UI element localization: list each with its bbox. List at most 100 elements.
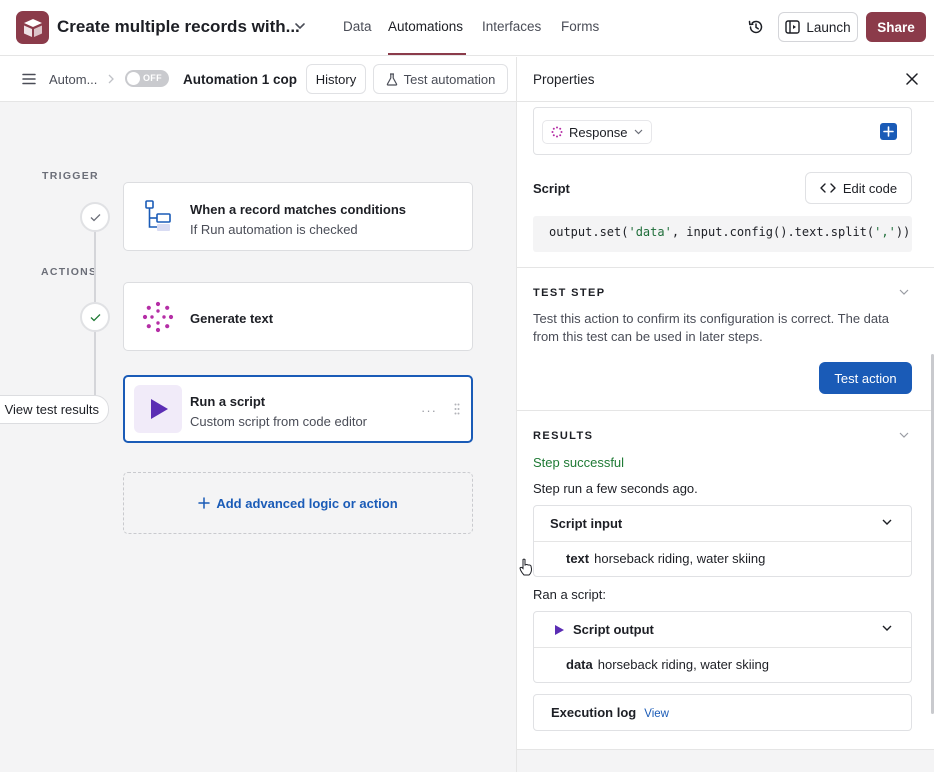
execution-log-box: Execution log View: [533, 694, 912, 731]
edit-code-label: Edit code: [842, 180, 898, 196]
ran-script-label: Ran a script:: [533, 587, 606, 602]
more-options-icon[interactable]: ···: [421, 403, 437, 418]
base-name[interactable]: Create multiple records with...: [57, 17, 300, 37]
plus-icon: [198, 497, 211, 509]
properties-panel: Properties Response Script Edit code out…: [516, 57, 934, 772]
ai-sparkle-icon: [134, 293, 182, 341]
trigger-card-subtitle: If Run automation is checked: [190, 222, 358, 237]
plus-icon: [883, 126, 894, 137]
run-script-card[interactable]: Run a script Custom script from code edi…: [123, 375, 473, 443]
generate-text-card[interactable]: Generate text: [123, 282, 473, 351]
script-output-title: Script output: [573, 622, 654, 637]
tab-data[interactable]: Data: [343, 19, 372, 34]
code-icon: [820, 183, 836, 193]
input-row: text horseback riding, water skiing: [566, 551, 765, 566]
menu-icon[interactable]: [22, 73, 36, 85]
code-text: )): [895, 225, 911, 239]
close-icon[interactable]: [906, 73, 918, 85]
history-button[interactable]: History: [306, 64, 366, 94]
history-icon[interactable]: [747, 18, 765, 36]
actions-section-label: ACTIONS: [41, 266, 98, 278]
script-code-preview: output.set('data', input.config().text.s…: [533, 216, 912, 252]
step-run-time: Step run a few seconds ago.: [533, 481, 698, 496]
active-tab-indicator: [388, 53, 466, 55]
chevron-down-icon[interactable]: [882, 625, 892, 632]
hand-cursor-icon: [519, 558, 533, 576]
base-logo-icon[interactable]: [16, 11, 49, 44]
step-status: Step successful: [533, 455, 625, 470]
panel-title: Properties: [533, 72, 595, 87]
play-icon: [134, 385, 182, 433]
tab-forms[interactable]: Forms: [561, 19, 599, 34]
test-step-description: Test this action to confirm its configur…: [533, 311, 889, 344]
output-row: data horseback riding, water skiing: [566, 657, 769, 672]
ai-sparkle-icon: [551, 126, 563, 138]
toggle-knob: [127, 72, 140, 85]
add-logic-label: Add advanced logic or action: [216, 495, 398, 511]
chevron-down-icon[interactable]: [293, 19, 307, 33]
edit-code-button[interactable]: Edit code: [805, 172, 912, 204]
automation-toolbar: Autom... OFF Automation 1 cop History Te…: [0, 57, 516, 102]
divider: [534, 647, 911, 648]
share-button[interactable]: Share: [866, 12, 926, 42]
script-input-box: Script input text horseback riding, water…: [533, 505, 912, 577]
chevron-down-icon[interactable]: [899, 289, 909, 296]
automation-canvas: TRIGGER ACTIONS When a record matches co…: [0, 102, 516, 772]
breadcrumb[interactable]: Autom...: [49, 72, 97, 87]
add-input-button[interactable]: [880, 123, 897, 140]
chevron-down-icon[interactable]: [882, 519, 892, 526]
divider: [517, 410, 934, 411]
play-icon: [555, 625, 564, 635]
launch-button[interactable]: Launch: [778, 12, 858, 42]
test-action-button[interactable]: Test action: [819, 362, 912, 394]
run-script-subtitle: Custom script from code editor: [190, 414, 368, 429]
panel-footer: [517, 749, 934, 772]
input-value: horseback riding, water skiing: [594, 551, 766, 566]
code-string: ',': [874, 225, 896, 239]
chevron-down-icon: [634, 129, 642, 135]
add-logic-action-button[interactable]: Add advanced logic or action: [123, 472, 473, 534]
execution-log-label: Execution log: [551, 705, 637, 720]
chevron-right-icon: [108, 74, 114, 84]
input-variable-box: Response: [533, 107, 912, 155]
trigger-section-label: TRIGGER: [42, 170, 99, 182]
panel-header: Properties: [517, 57, 934, 102]
results-heading[interactable]: RESULTS: [533, 430, 593, 442]
view-test-results-button[interactable]: View test results: [0, 395, 109, 424]
input-key: text: [566, 551, 590, 566]
top-bar: Create multiple records with... Data Aut…: [0, 0, 934, 56]
tab-automations[interactable]: Automations: [388, 19, 463, 34]
response-label: Response: [569, 124, 628, 140]
run-script-title: Run a script: [190, 394, 266, 409]
flask-icon: [386, 72, 397, 86]
automation-name[interactable]: Automation 1 cop: [183, 72, 297, 87]
response-token[interactable]: Response: [542, 120, 652, 144]
trigger-card-title: When a record matches conditions: [190, 202, 406, 217]
script-input-title: Script input: [550, 516, 623, 531]
check-icon: [80, 302, 110, 332]
output-key: data: [566, 657, 593, 672]
view-log-link[interactable]: View: [644, 708, 669, 720]
test-automation-button[interactable]: Test automation: [373, 64, 508, 94]
code-text: output.set(: [549, 225, 629, 239]
code-string: 'data': [628, 225, 672, 239]
tab-interfaces[interactable]: Interfaces: [482, 19, 541, 34]
automation-toggle[interactable]: OFF: [125, 70, 169, 87]
test-automation-label: Test automation: [403, 71, 496, 87]
drag-handle-icon[interactable]: [454, 403, 460, 415]
launch-icon: [785, 20, 801, 34]
execution-log-title: Execution log View: [551, 705, 669, 720]
divider: [534, 541, 911, 542]
chevron-down-icon[interactable]: [899, 432, 909, 439]
toggle-label: OFF: [143, 73, 162, 83]
generate-text-title: Generate text: [190, 311, 274, 326]
output-value: horseback riding, water skiing: [597, 657, 769, 672]
launch-label: Launch: [806, 19, 851, 35]
script-label: Script: [533, 181, 570, 196]
trigger-card[interactable]: When a record matches conditions If Run …: [123, 182, 473, 251]
record-conditions-icon: [134, 193, 182, 241]
divider: [517, 267, 934, 268]
check-icon: [80, 202, 110, 232]
test-step-heading[interactable]: TEST STEP: [533, 287, 606, 299]
code-text: , input.config().text.split(: [671, 225, 875, 239]
